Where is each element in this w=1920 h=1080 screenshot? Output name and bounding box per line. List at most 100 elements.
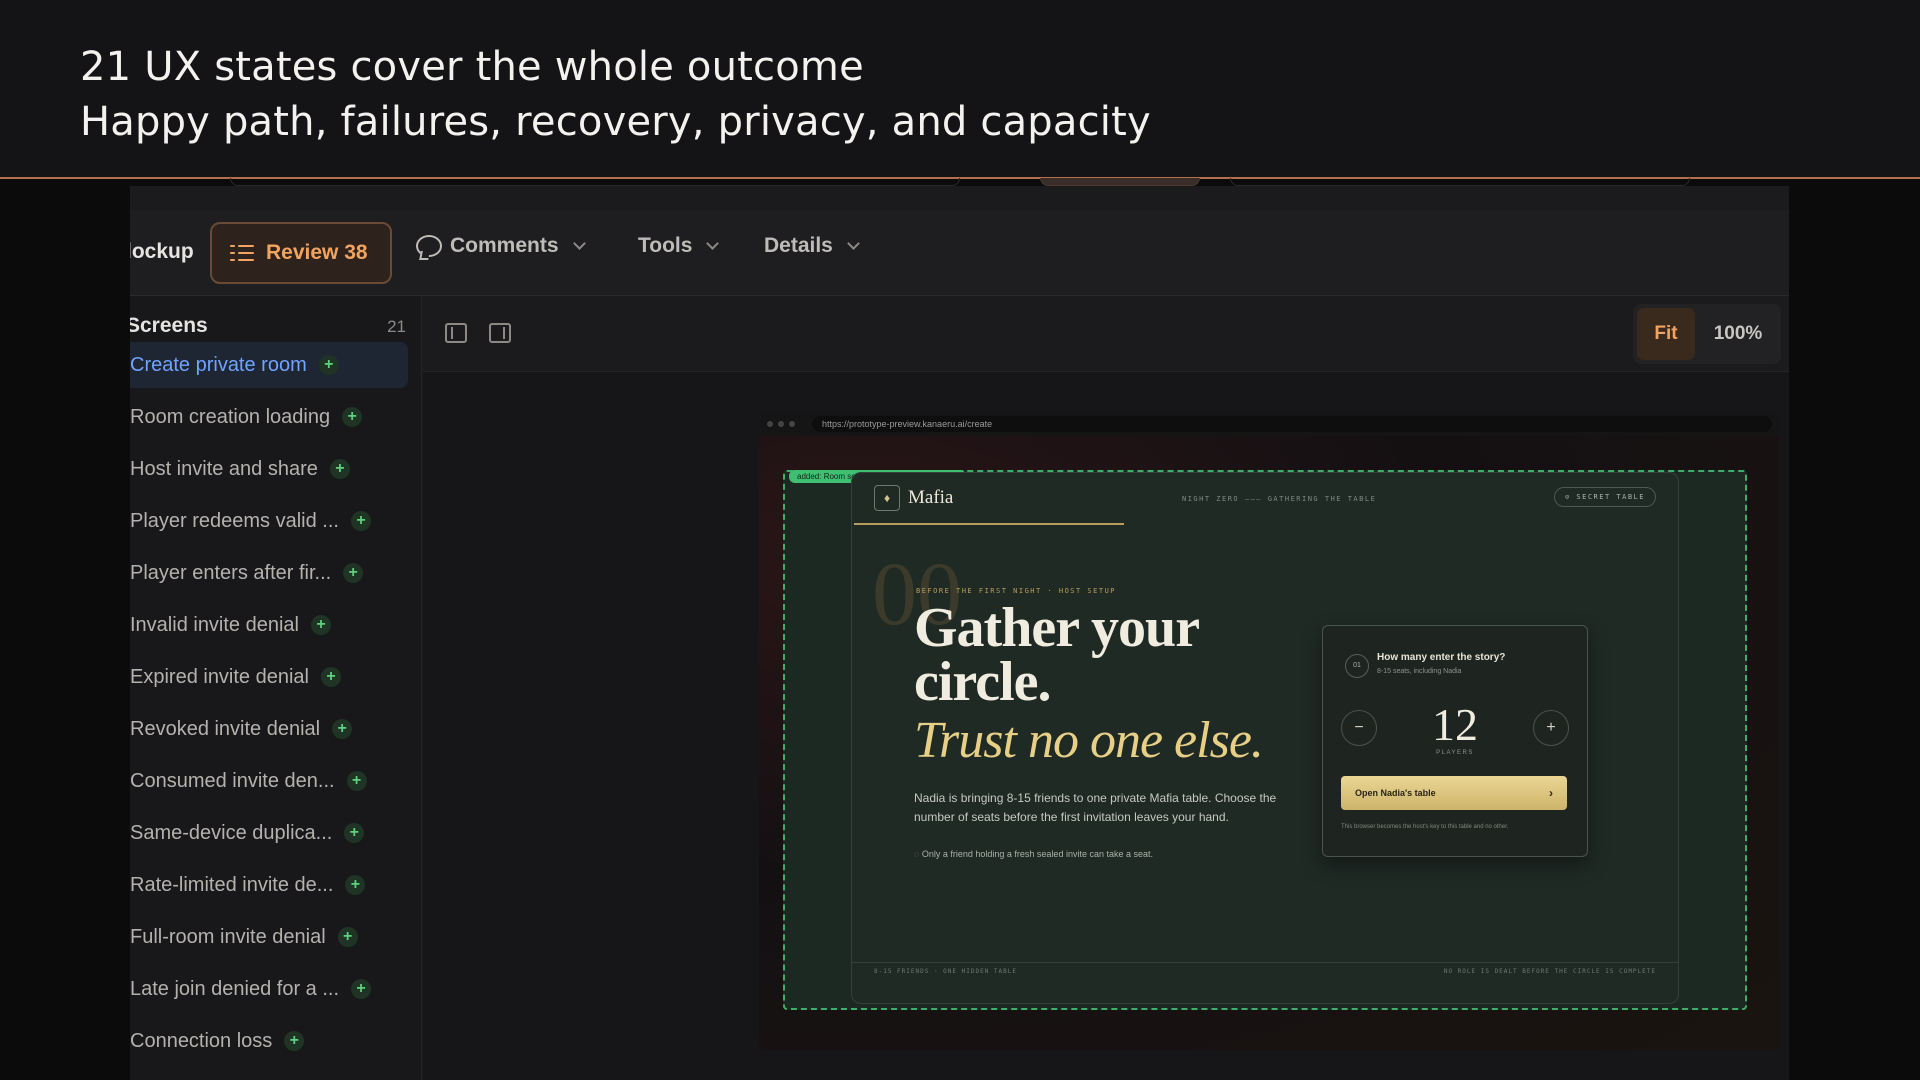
brand-name: Mafia [908, 487, 954, 508]
added-plus-icon: + [344, 823, 365, 843]
sidebar-item-label: Room creation loading [130, 405, 331, 428]
details-menu-label: Details [764, 234, 833, 257]
sidebar-item-screen[interactable]: Connection loss + [130, 1018, 408, 1064]
sidebar-item-label: Player enters after fir... [130, 561, 332, 584]
sidebar-item-screen[interactable]: Host invite and share + [130, 446, 408, 492]
collapse-right-panel-icon[interactable] [489, 323, 511, 343]
eyebrow-text: BEFORE THE FIRST NIGHT · HOST SETUP [916, 587, 1117, 595]
added-plus-icon: + [346, 771, 367, 791]
sidebar-item-screen[interactable]: Same-device duplica... + [130, 810, 408, 856]
player-count-label: PLAYERS [1436, 750, 1474, 756]
preview-canvas: Fit 100% https://prototype-preview.kanae… [423, 296, 1789, 1080]
sidebar-item-label: Expired invite denial [130, 665, 309, 688]
slide-header: 21 UX states cover the whole outcome Hap… [0, 0, 1920, 179]
chevron-down-icon [847, 236, 860, 250]
address-bar: https://prototype-preview.kanaeru.ai/cre… [759, 412, 1779, 436]
sidebar-item-screen[interactable]: Room creation loading + [130, 394, 408, 440]
checklist-icon [230, 242, 256, 264]
brand: ♦ Mafia [874, 485, 953, 511]
sidebar-item-label: Invalid invite denial [130, 613, 299, 636]
tab-review-label: Review 38 [266, 241, 368, 264]
sidebar-item-label: Host invite and share [130, 457, 318, 480]
sidebar-item-label: Late join denied for a ... [130, 977, 340, 1000]
added-plus-icon: + [350, 511, 371, 531]
seat-count-card: 01 How many enter the story? 8-15 seats,… [1322, 625, 1588, 857]
footer-divider [852, 962, 1678, 963]
browser-preview: https://prototype-preview.kanaeru.ai/cre… [759, 412, 1779, 1050]
background-bar [1040, 178, 1200, 186]
sidebar-item-label: Rate-limited invite de... [130, 873, 334, 896]
screens-header: Screens 21 [130, 314, 406, 338]
added-plus-icon: + [351, 979, 372, 999]
screens-list: Create private room + Room creation loadin… [130, 342, 408, 1070]
stage-indicator: NIGHT ZERO ——— GATHERING THE TABLE [1182, 495, 1377, 503]
window-dot [778, 421, 784, 427]
sidebar-item-screen[interactable]: Rate-limited invite de... + [130, 862, 408, 908]
slide-title: 21 UX states cover the whole outcome [80, 44, 864, 90]
background-bar [1230, 178, 1690, 186]
lead-paragraph: Nadia is bringing 8-15 friends to one pr… [914, 791, 1277, 824]
sidebar-item-screen[interactable]: Late join denied for a ... + [130, 966, 408, 1012]
chevron-down-icon [572, 236, 586, 250]
headline-line-2: circle. [914, 651, 1052, 713]
added-plus-icon: + [342, 407, 363, 427]
footer-right-text: NO ROLE IS DEALT BEFORE THE CIRCLE IS CO… [1443, 968, 1656, 975]
seat-range-hint: 8-15 seats, including Nadia [1377, 668, 1462, 675]
sidebar-item-screen[interactable]: Invalid invite denial + [130, 602, 408, 648]
added-plus-icon: + [311, 615, 331, 635]
screens-count: 21 [387, 317, 406, 336]
tab-review[interactable]: Review 38 [210, 222, 392, 284]
headline-tagline: Trust no one else. [914, 712, 1264, 769]
host-key-hint: This browser becomes the host's key to t… [1341, 824, 1509, 830]
added-plus-icon: + [329, 459, 350, 479]
sidebar-item-label: Revoked invite denial [130, 717, 321, 740]
sidebar-item-label: Full-room invite denial [130, 925, 326, 948]
zoom-fit-button[interactable]: Fit [1637, 308, 1695, 360]
preview-page: added: Room setup and 8-15 capacity cont… [759, 436, 1779, 1050]
added-plus-icon: + [332, 719, 353, 739]
tab-mockup[interactable]: lockup [130, 240, 194, 264]
sidebar-item-label: Create private room [130, 353, 307, 376]
added-plus-icon: + [318, 355, 339, 375]
open-table-button[interactable]: Open Nadia's table [1341, 776, 1567, 810]
background-bar [230, 178, 960, 186]
progress-underline [854, 523, 1124, 525]
mafia-app-frame: ♦ Mafia NIGHT ZERO ——— GATHERING THE TAB… [851, 472, 1679, 1004]
comments-menu-label: Comments [450, 234, 559, 257]
collapse-left-panel-icon[interactable] [445, 323, 467, 343]
slide-subtitle: Happy path, failures, recovery, privacy,… [80, 99, 1151, 145]
added-plus-icon: + [345, 875, 366, 895]
step-number: 01 [1345, 654, 1369, 678]
sidebar-item-screen[interactable]: Full-room invite denial + [130, 914, 408, 960]
top-tabbar: lockup Review 38 Comments Tools Details [130, 210, 1789, 296]
comments-menu[interactable]: Comments [416, 234, 586, 258]
sidebar-item-label: Consumed invite den... [130, 769, 335, 792]
sidebar-item-screen[interactable]: Expired invite denial + [130, 654, 408, 700]
canvas-toolbar: Fit 100% [423, 296, 1789, 372]
sidebar-item-screen[interactable]: Create private room + [130, 342, 408, 388]
app-window: lockup Review 38 Comments Tools Details … [130, 186, 1789, 1080]
zoom-controls: Fit 100% [1633, 304, 1781, 364]
increase-players-button[interactable]: + [1533, 710, 1569, 746]
secret-table-badge: ⊙ SECRET TABLE [1553, 487, 1656, 507]
change-highlight[interactable]: added: Room setup and 8-15 capacity cont… [783, 470, 1747, 1010]
footer-left-text: 8-15 FRIENDS · ONE HIDDEN TABLE [874, 968, 1017, 975]
tools-menu-label: Tools [638, 234, 693, 257]
sidebar-item-label: Player redeems valid ... [130, 509, 339, 532]
headline-line-1: Gather your [914, 597, 1200, 659]
sidebar-item-label: Connection loss [130, 1029, 273, 1052]
comment-icon [416, 235, 442, 257]
added-plus-icon: + [284, 1031, 305, 1051]
tools-menu[interactable]: Tools [638, 234, 720, 258]
sidebar-item-screen[interactable]: Revoked invite denial + [130, 706, 408, 752]
details-menu[interactable]: Details [764, 234, 860, 258]
sidebar-item-screen[interactable]: Consumed invite den... + [130, 758, 408, 804]
sidebar-item-label: Same-device duplica... [130, 821, 333, 844]
sidebar-item-screen[interactable]: Player redeems valid ... + [130, 498, 408, 544]
sidebar-item-screen[interactable]: Player enters after fir... + [130, 550, 408, 596]
added-plus-icon: + [321, 667, 341, 687]
url-field[interactable]: https://prototype-preview.kanaeru.ai/cre… [812, 416, 1772, 432]
screens-sidebar: Screens 21 Create private room + Room crea… [130, 296, 422, 1080]
window-dot [767, 421, 773, 427]
zoom-level-button[interactable]: 100% [1695, 323, 1781, 345]
